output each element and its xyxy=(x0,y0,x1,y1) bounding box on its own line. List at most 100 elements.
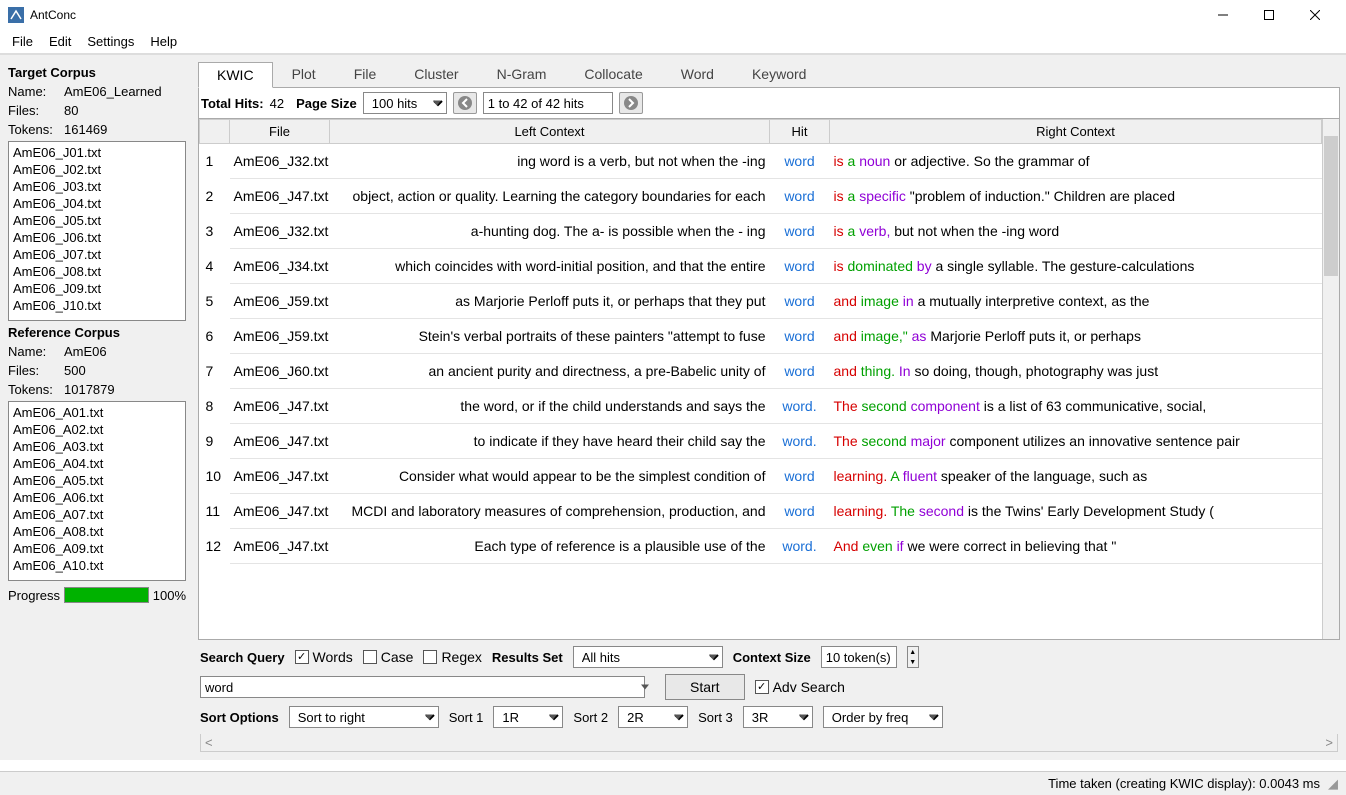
order-select[interactable]: Order by freq xyxy=(823,706,943,728)
app-title: AntConc xyxy=(30,8,1200,22)
table-row[interactable]: 9AmE06_J47.txtto indicate if they have h… xyxy=(200,424,1322,459)
target-corpus-header: Target Corpus xyxy=(8,65,186,80)
ref-name: AmE06 xyxy=(64,344,107,359)
resize-grip[interactable]: ◢ xyxy=(1328,776,1338,792)
sort1-select[interactable]: 1R xyxy=(493,706,563,728)
list-item[interactable]: AmE06_J01.txt xyxy=(9,144,185,161)
list-item[interactable]: AmE06_A07.txt xyxy=(9,506,185,523)
start-button[interactable]: Start xyxy=(665,674,745,700)
table-row[interactable]: 12AmE06_J47.txtEach type of reference is… xyxy=(200,529,1322,564)
col-num[interactable] xyxy=(200,120,230,144)
target-file-list[interactable]: AmE06_J01.txtAmE06_J02.txtAmE06_J03.txtA… xyxy=(8,141,186,321)
total-hits-value: 42 xyxy=(270,96,284,111)
list-item[interactable]: AmE06_A04.txt xyxy=(9,455,185,472)
list-item[interactable]: AmE06_J10.txt xyxy=(9,297,185,314)
close-button[interactable] xyxy=(1292,0,1338,30)
bottom-controls: Search Query Words Case Regex Results Se… xyxy=(198,640,1340,754)
left-panel: Target Corpus Name:AmE06_Learned Files:8… xyxy=(0,55,192,760)
search-query-input[interactable] xyxy=(200,676,645,698)
menu-help[interactable]: Help xyxy=(150,34,177,49)
context-size-label: Context Size xyxy=(733,650,811,665)
tab-word[interactable]: Word xyxy=(662,61,733,87)
list-item[interactable]: AmE06_J03.txt xyxy=(9,178,185,195)
target-name-label: Name: xyxy=(8,84,60,99)
list-item[interactable]: AmE06_A05.txt xyxy=(9,472,185,489)
target-tokens: 161469 xyxy=(64,122,107,137)
kwic-table: File Left Context Hit Right Context 1AmE… xyxy=(199,119,1322,564)
list-item[interactable]: AmE06_A08.txt xyxy=(9,523,185,540)
right-panel: KWIC Plot File Cluster N-Gram Collocate … xyxy=(192,55,1346,760)
table-row[interactable]: 4AmE06_J34.txtwhich coincides with word-… xyxy=(200,249,1322,284)
table-row[interactable]: 10AmE06_J47.txtConsider what would appea… xyxy=(200,459,1322,494)
sort3-select[interactable]: 3R xyxy=(743,706,813,728)
sort3-label: Sort 3 xyxy=(698,710,733,725)
sort-main-select[interactable]: Sort to right xyxy=(289,706,439,728)
results-set-select[interactable]: All hits xyxy=(573,646,723,668)
table-row[interactable]: 11AmE06_J47.txtMCDI and laboratory measu… xyxy=(200,494,1322,529)
tab-kwic[interactable]: KWIC xyxy=(198,62,273,88)
results-scrollbar[interactable] xyxy=(1322,119,1339,639)
menu-settings[interactable]: Settings xyxy=(87,34,134,49)
ref-tokens: 1017879 xyxy=(64,382,115,397)
list-item[interactable]: AmE06_A09.txt xyxy=(9,540,185,557)
reference-file-list[interactable]: AmE06_A01.txtAmE06_A02.txtAmE06_A03.txtA… xyxy=(8,401,186,581)
list-item[interactable]: AmE06_J04.txt xyxy=(9,195,185,212)
progress-bar xyxy=(64,587,149,603)
col-file[interactable]: File xyxy=(230,120,330,144)
menu-file[interactable]: File xyxy=(12,34,33,49)
minimize-button[interactable] xyxy=(1200,0,1246,30)
list-item[interactable]: AmE06_A03.txt xyxy=(9,438,185,455)
context-size-input[interactable] xyxy=(821,646,897,668)
list-item[interactable]: AmE06_J08.txt xyxy=(9,263,185,280)
table-row[interactable]: 6AmE06_J59.txtStein's verbal portraits o… xyxy=(200,319,1322,354)
table-row[interactable]: 1AmE06_J32.txting word is a verb, but no… xyxy=(200,144,1322,179)
list-item[interactable]: AmE06_J05.txt xyxy=(9,212,185,229)
context-size-spinner[interactable]: ▲▼ xyxy=(907,646,919,668)
case-checkbox[interactable]: Case xyxy=(363,649,414,665)
results-area: File Left Context Hit Right Context 1AmE… xyxy=(198,118,1340,640)
maximize-button[interactable] xyxy=(1246,0,1292,30)
sort2-select[interactable]: 2R xyxy=(618,706,688,728)
sort2-label: Sort 2 xyxy=(573,710,608,725)
results-table-scroll[interactable]: File Left Context Hit Right Context 1AmE… xyxy=(199,119,1322,639)
tab-collocate[interactable]: Collocate xyxy=(565,61,661,87)
list-item[interactable]: AmE06_J07.txt xyxy=(9,246,185,263)
col-hit[interactable]: Hit xyxy=(770,120,830,144)
app-icon xyxy=(8,7,24,23)
list-item[interactable]: AmE06_J02.txt xyxy=(9,161,185,178)
col-right[interactable]: Right Context xyxy=(830,120,1322,144)
tab-keyword[interactable]: Keyword xyxy=(733,61,825,87)
next-page-button[interactable] xyxy=(619,92,643,114)
table-row[interactable]: 5AmE06_J59.txtas Marjorie Perloff puts i… xyxy=(200,284,1322,319)
tab-file[interactable]: File xyxy=(335,61,396,87)
words-checkbox[interactable]: Words xyxy=(295,649,353,665)
adv-search-checkbox[interactable]: Adv Search xyxy=(755,679,845,695)
menu-edit[interactable]: Edit xyxy=(49,34,71,49)
list-item[interactable]: AmE06_A06.txt xyxy=(9,489,185,506)
table-row[interactable]: 2AmE06_J47.txtobject, action or quality.… xyxy=(200,179,1322,214)
regex-checkbox[interactable]: Regex xyxy=(423,649,481,665)
ref-files-label: Files: xyxy=(8,363,60,378)
prev-page-button[interactable] xyxy=(453,92,477,114)
table-row[interactable]: 7AmE06_J60.txtan ancient purity and dire… xyxy=(200,354,1322,389)
horizontal-scrollbar[interactable]: <> xyxy=(200,734,1338,752)
tab-ngram[interactable]: N-Gram xyxy=(478,61,566,87)
ref-tokens-label: Tokens: xyxy=(8,382,60,397)
ref-name-label: Name: xyxy=(8,344,60,359)
menu-bar: File Edit Settings Help xyxy=(0,30,1346,54)
hit-range-display[interactable] xyxy=(483,92,613,114)
tab-plot[interactable]: Plot xyxy=(273,61,335,87)
col-left[interactable]: Left Context xyxy=(330,120,770,144)
page-size-select[interactable]: 100 hits xyxy=(363,92,447,114)
table-row[interactable]: 3AmE06_J32.txta-hunting dog. The a- is p… xyxy=(200,214,1322,249)
tab-cluster[interactable]: Cluster xyxy=(395,61,477,87)
sort-options-label: Sort Options xyxy=(200,710,279,725)
list-item[interactable]: AmE06_J09.txt xyxy=(9,280,185,297)
list-item[interactable]: AmE06_J06.txt xyxy=(9,229,185,246)
progress-label: Progress xyxy=(8,588,60,603)
table-row[interactable]: 8AmE06_J47.txtthe word, or if the child … xyxy=(200,389,1322,424)
list-item[interactable]: AmE06_A01.txt xyxy=(9,404,185,421)
list-item[interactable]: AmE06_A02.txt xyxy=(9,421,185,438)
tabs: KWIC Plot File Cluster N-Gram Collocate … xyxy=(198,61,1340,88)
list-item[interactable]: AmE06_A10.txt xyxy=(9,557,185,574)
